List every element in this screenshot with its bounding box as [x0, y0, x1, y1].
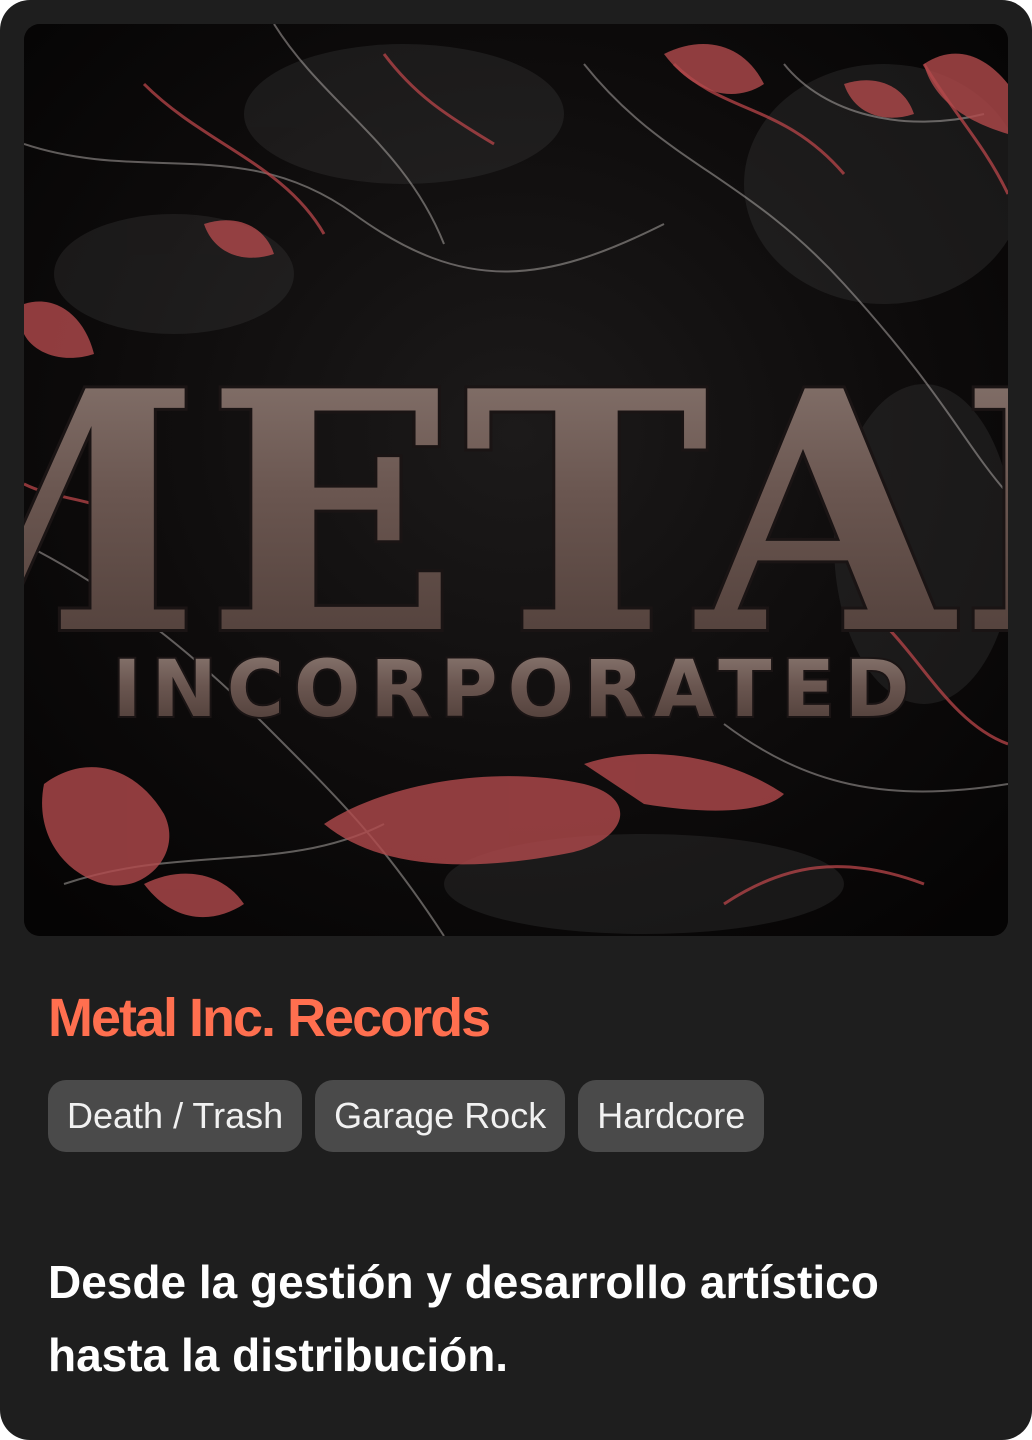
- cover-image[interactable]: METAL INCORPORATED: [24, 24, 1008, 936]
- label-card[interactable]: METAL INCORPORATED Metal Inc. Records De…: [0, 0, 1032, 1440]
- tag-garage-rock[interactable]: Garage Rock: [315, 1080, 566, 1152]
- label-title: Metal Inc. Records: [48, 988, 491, 1048]
- genre-tags: Death / Trash Garage Rock Hardcore: [48, 1080, 765, 1152]
- svg-text:INCORPORATED: INCORPORATED: [113, 645, 920, 735]
- cover-artwork: METAL INCORPORATED: [24, 24, 1008, 936]
- logo-text: METAL INCORPORATED: [24, 316, 1008, 737]
- tag-death-trash[interactable]: Death / Trash: [48, 1080, 303, 1152]
- tag-hardcore[interactable]: Hardcore: [578, 1080, 765, 1152]
- label-description: Desde la gestión y desarrollo artístico …: [48, 1256, 879, 1381]
